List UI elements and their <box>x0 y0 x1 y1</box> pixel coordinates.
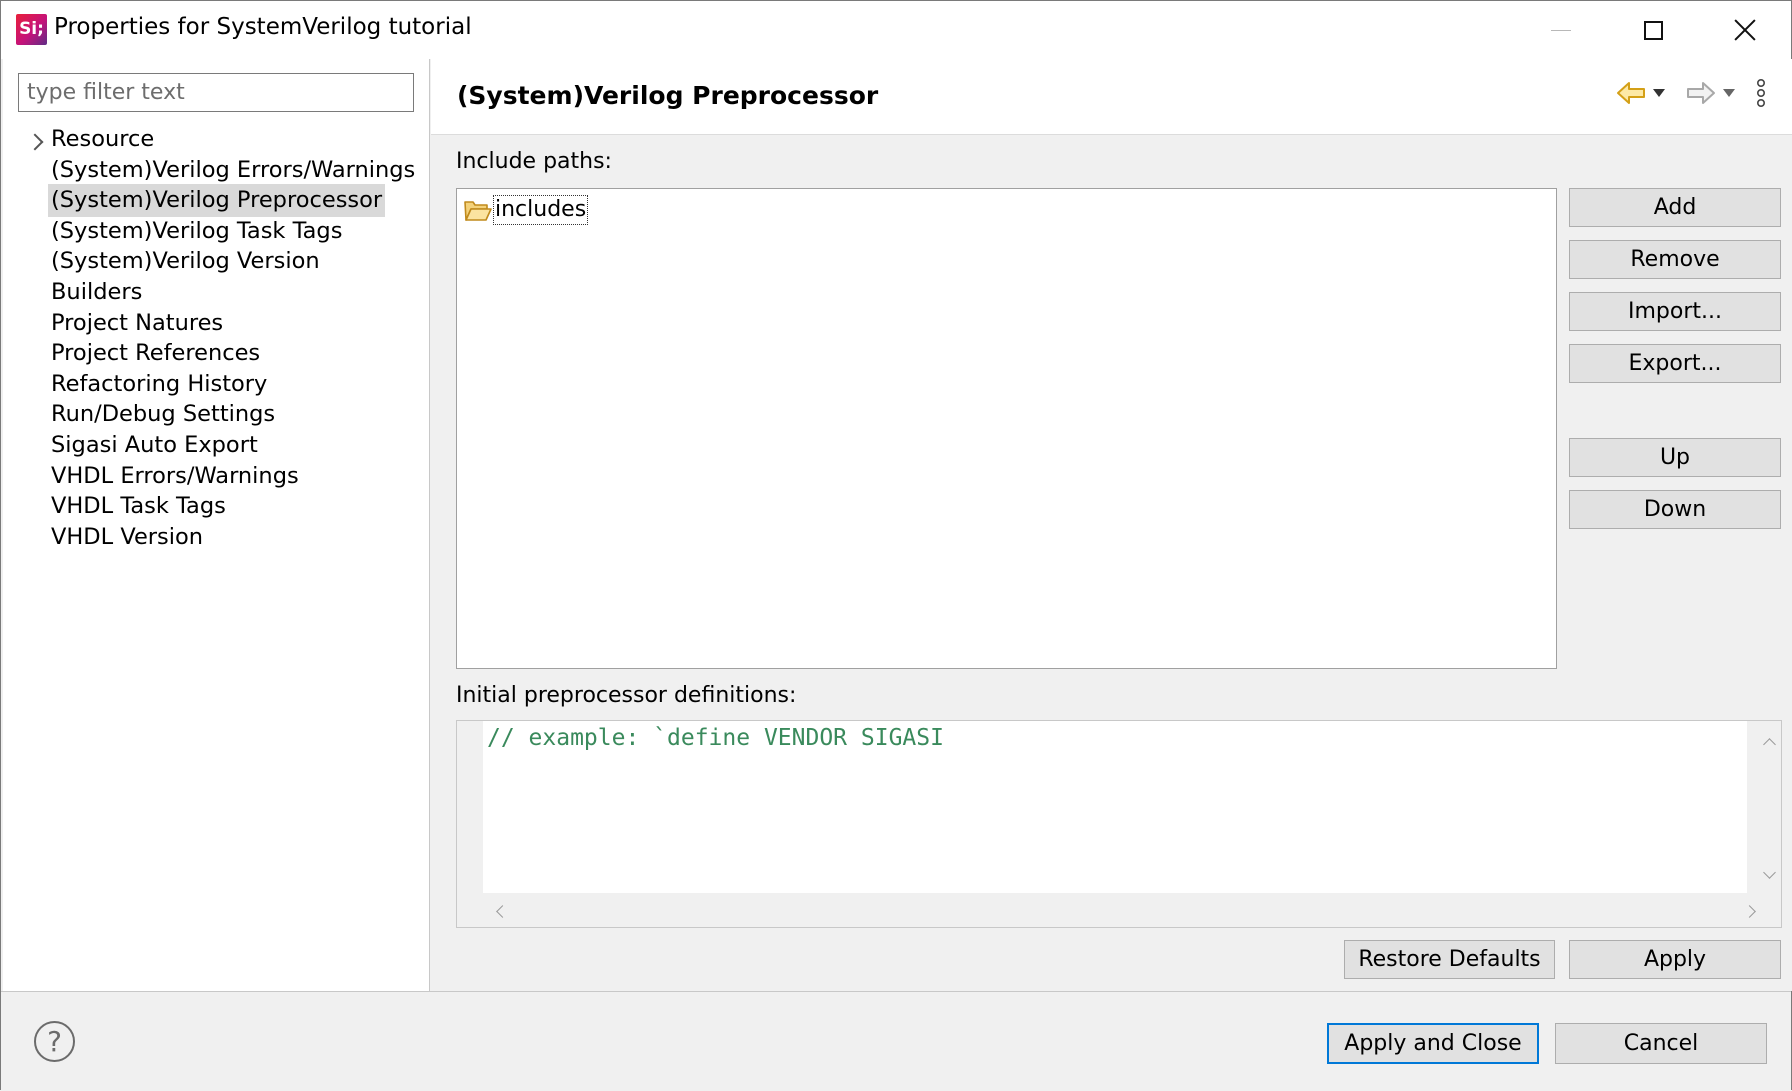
include-paths-list[interactable]: includes <box>456 188 1557 669</box>
tree-item-verilog-version[interactable]: (System)Verilog Version <box>48 245 323 278</box>
definitions-editor: // example: `define VENDOR SIGASI <box>456 720 1782 928</box>
back-history-dropdown-icon[interactable] <box>1648 75 1670 111</box>
property-page: (System)Verilog Preprocessor Include pat… <box>431 59 1792 991</box>
tree-item-project-natures[interactable]: Project Natures <box>48 307 226 340</box>
definitions-textarea[interactable]: // example: `define VENDOR SIGASI <box>483 721 1747 893</box>
scroll-left-icon[interactable] <box>496 905 509 918</box>
back-arrow-icon[interactable] <box>1614 75 1648 111</box>
list-item[interactable]: includes <box>463 194 589 226</box>
tree-item-verilog-errors-warnings[interactable]: (System)Verilog Errors/Warnings <box>48 154 418 187</box>
import-button[interactable]: Import... <box>1569 292 1781 331</box>
title-bar: Si; Properties for SystemVerilog tutoria… <box>1 1 1791 59</box>
cancel-button[interactable]: Cancel <box>1555 1023 1767 1064</box>
tree-item-vhdl-version[interactable]: VHDL Version <box>48 521 206 554</box>
window-title: Properties for SystemVerilog tutorial <box>54 14 472 40</box>
down-button[interactable]: Down <box>1569 490 1781 529</box>
tree-item-resource[interactable]: Resource <box>48 123 157 156</box>
maximize-icon <box>1643 20 1663 40</box>
preferences-sidebar: Resource (System)Verilog Errors/Warnings… <box>3 59 430 991</box>
apply-button[interactable]: Apply <box>1569 940 1781 979</box>
filter-input[interactable] <box>18 73 414 112</box>
minimize-icon <box>1551 29 1571 31</box>
add-button[interactable]: Add <box>1569 188 1781 227</box>
include-paths-label: Include paths: <box>456 149 612 174</box>
page-navigation <box>1614 75 1776 111</box>
tree-item-project-references[interactable]: Project References <box>48 337 263 370</box>
open-folder-icon <box>463 197 493 223</box>
tree-item-verilog-preprocessor[interactable]: (System)Verilog Preprocessor <box>48 184 386 218</box>
tree-item-vhdl-task-tags[interactable]: VHDL Task Tags <box>48 490 229 523</box>
export-button[interactable]: Export... <box>1569 344 1781 383</box>
tree-item-builders[interactable]: Builders <box>48 276 145 309</box>
dialog-button-bar: ? Apply and Close Cancel <box>1 991 1791 1091</box>
page-title: (System)Verilog Preprocessor <box>457 81 879 110</box>
maximize-button[interactable] <box>1607 1 1699 59</box>
more-options-icon[interactable] <box>1746 75 1776 111</box>
up-button[interactable]: Up <box>1569 438 1781 477</box>
help-icon[interactable]: ? <box>34 1021 75 1062</box>
scroll-up-icon[interactable] <box>1763 738 1776 751</box>
definitions-label: Initial preprocessor definitions: <box>456 683 797 708</box>
close-button[interactable] <box>1699 1 1791 59</box>
chevron-right-icon[interactable] <box>26 133 44 151</box>
include-path-label: includes <box>493 195 589 225</box>
properties-dialog: Si; Properties for SystemVerilog tutoria… <box>0 0 1792 1091</box>
tree-item-vhdl-errors-warnings[interactable]: VHDL Errors/Warnings <box>48 460 302 493</box>
minimize-button[interactable] <box>1515 1 1607 59</box>
close-icon <box>1734 19 1756 41</box>
remove-button[interactable]: Remove <box>1569 240 1781 279</box>
sigasi-app-icon: Si; <box>16 14 47 45</box>
tree-item-run-debug-settings[interactable]: Run/Debug Settings <box>48 398 278 431</box>
page-header: (System)Verilog Preprocessor <box>431 59 1792 135</box>
restore-defaults-button[interactable]: Restore Defaults <box>1344 940 1555 979</box>
tree-item-refactoring-history[interactable]: Refactoring History <box>48 368 270 401</box>
scroll-down-icon[interactable] <box>1763 866 1776 879</box>
forward-history-dropdown-icon[interactable] <box>1718 75 1740 111</box>
scroll-right-icon[interactable] <box>1743 905 1756 918</box>
tree-item-sigasi-auto-export[interactable]: Sigasi Auto Export <box>48 429 261 462</box>
forward-arrow-icon[interactable] <box>1684 75 1718 111</box>
tree-item-verilog-task-tags[interactable]: (System)Verilog Task Tags <box>48 215 345 248</box>
apply-and-close-button[interactable]: Apply and Close <box>1327 1023 1539 1064</box>
